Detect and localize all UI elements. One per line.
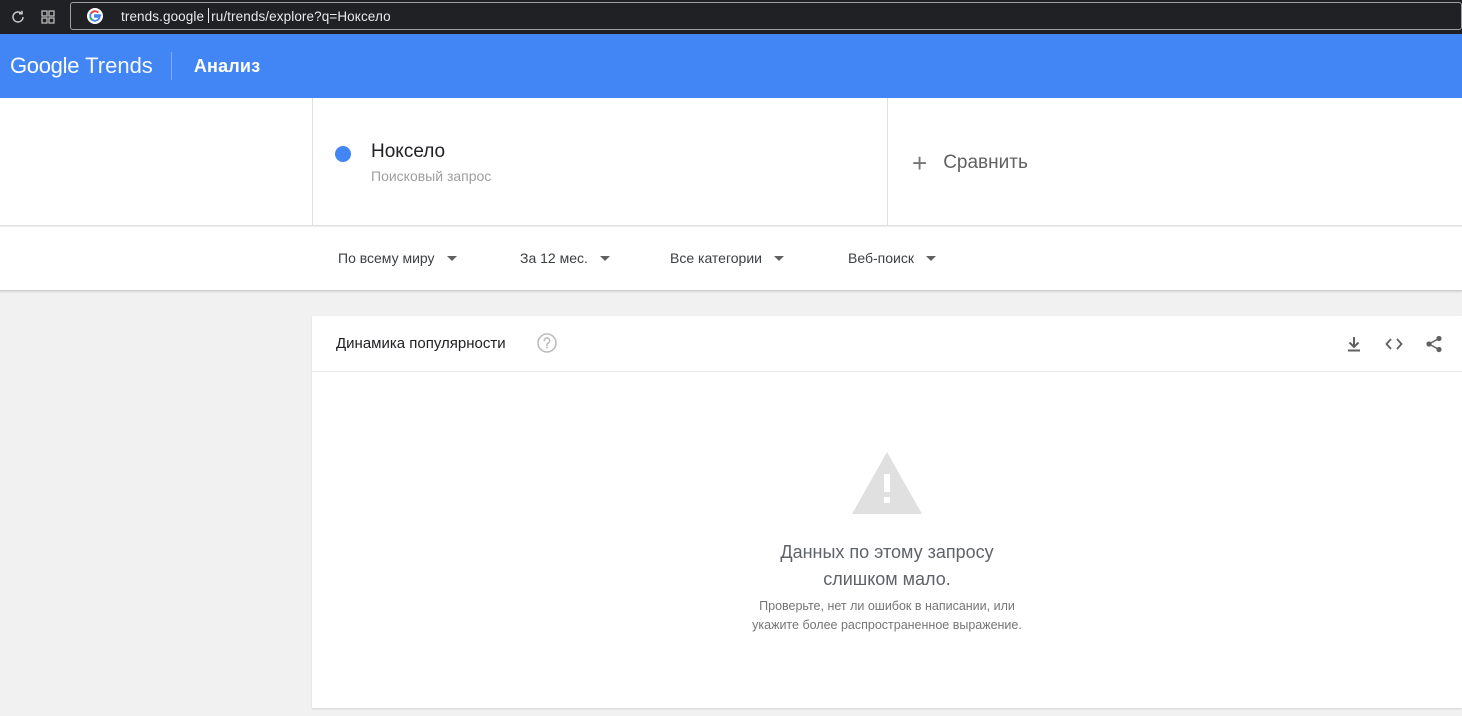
text-cursor (208, 8, 210, 23)
filter-period-label: За 12 мес. (520, 250, 588, 266)
card-header: Динамика популярности (312, 316, 1462, 372)
caret-down-icon (925, 255, 936, 261)
filter-region-label: По всему миру (338, 250, 435, 266)
filter-search-type-label: Веб-поиск (848, 250, 914, 266)
no-data-message-line1: Данных по этому запросу (780, 542, 994, 562)
logo-trends-text: Trends (85, 53, 153, 78)
reload-icon (12, 10, 24, 23)
share-icon (1426, 335, 1442, 353)
no-data-hint-line1: Проверьте, нет ли ошибок в написании, ил… (759, 599, 1015, 613)
caret-down-icon (773, 255, 784, 261)
google-trends-logo[interactable]: Google Trends (10, 53, 153, 79)
compare-button[interactable]: + Сравнить (912, 150, 1028, 176)
filter-category[interactable]: Все категории (670, 250, 784, 266)
page-title: Анализ (193, 55, 261, 76)
browser-toolbar: trends.google ru/trends/explore?q=Ноксело (0, 0, 1462, 34)
reload-button[interactable] (3, 2, 33, 32)
apps-grid-icon (41, 10, 55, 24)
apps-button[interactable] (33, 2, 63, 32)
filter-category-label: Все категории (670, 250, 762, 266)
no-data-message-line2: слишком мало. (823, 569, 951, 589)
term-type-label: Поисковый запрос (371, 168, 492, 184)
compare-label: Сравнить (943, 152, 1028, 173)
header-divider (170, 52, 172, 80)
filter-bar: По всему миру За 12 мес. Все категории В… (0, 227, 1462, 291)
filter-search-type[interactable]: Веб-поиск (848, 250, 936, 266)
interest-over-time-card: Динамика популярности Данных по этому за… (312, 316, 1462, 708)
embed-code-icon (1385, 338, 1403, 350)
card-title: Динамика популярности (336, 335, 506, 352)
app-header: Google Trends Анализ (0, 34, 1462, 98)
download-icon (1348, 337, 1360, 352)
logo-google-text: Google (10, 53, 80, 78)
search-term-card[interactable]: Ноксело Поисковый запрос (312, 98, 888, 226)
url-host: trends.google (121, 9, 205, 24)
caret-down-icon (446, 255, 457, 261)
share-button[interactable] (1422, 332, 1446, 356)
no-data-hint-line2: укажите более распространенное выражение… (752, 618, 1022, 632)
warning-icon (852, 452, 922, 514)
term-color-dot (335, 146, 351, 162)
google-g-icon (87, 8, 103, 24)
filter-period[interactable]: За 12 мес. (520, 250, 610, 266)
url-text: trends.google ru/trends/explore?q=Ноксело (121, 8, 391, 24)
search-terms-panel: Ноксело Поисковый запрос + Сравнить (0, 98, 1462, 226)
plus-icon: + (912, 148, 928, 178)
caret-down-icon (599, 255, 610, 261)
address-bar[interactable]: trends.google ru/trends/explore?q=Ноксело (70, 2, 1462, 30)
embed-button[interactable] (1382, 332, 1406, 356)
help-icon[interactable] (536, 332, 558, 354)
download-button[interactable] (1342, 332, 1366, 356)
term-name: Ноксело (371, 141, 446, 162)
url-path: ru/trends/explore?q=Ноксело (211, 9, 391, 24)
filter-region[interactable]: По всему миру (338, 250, 457, 266)
